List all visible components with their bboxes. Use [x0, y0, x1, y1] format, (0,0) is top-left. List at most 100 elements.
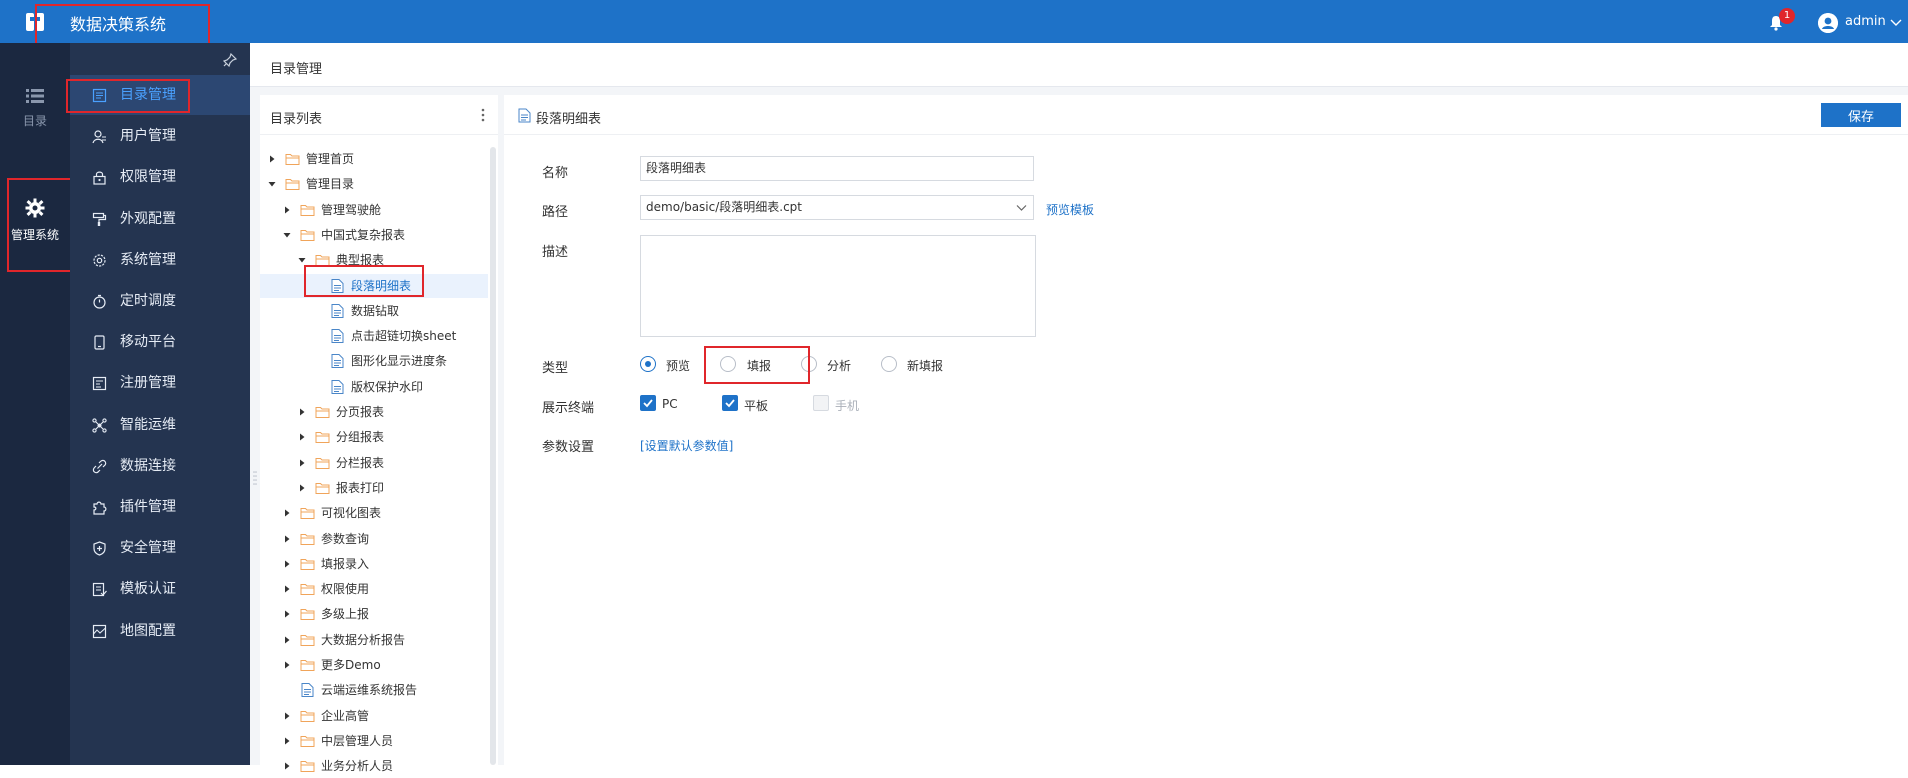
tree-file-item[interactable]: 版权保护水印 [260, 375, 488, 399]
tree-scrollbar[interactable] [490, 147, 496, 765]
sidebar-item-paint-roller[interactable]: 外观配置 [70, 199, 250, 239]
path-label: 路径 [542, 205, 569, 220]
tree-folder-item[interactable]: 权限使用 [260, 577, 488, 601]
preview-template-link[interactable]: 预览模板 [1046, 201, 1094, 218]
tree-folder-item[interactable]: 业务分析人员 [260, 754, 488, 778]
more-vertical-icon[interactable] [478, 107, 488, 123]
tree-folder-item[interactable]: 多级上报 [260, 602, 488, 626]
caret-down-icon[interactable] [268, 180, 276, 188]
tree-folder-item[interactable]: 更多Demo [260, 653, 488, 677]
path-value: demo/basic/段落明细表.cpt [646, 200, 803, 214]
caret-right-icon[interactable] [283, 535, 291, 543]
folder-icon [285, 154, 300, 165]
folder-icon [300, 558, 315, 570]
save-button[interactable]: 保存 [1821, 103, 1901, 127]
folder-icon [300, 508, 315, 520]
tree-folder-item[interactable]: 中层管理人员 [260, 729, 488, 753]
user-name[interactable]: admin [1845, 14, 1886, 29]
tree-file-item[interactable]: 点击超链切换sheet [260, 324, 488, 348]
sidebar-item-link[interactable]: 数据连接 [70, 446, 250, 486]
name-input[interactable]: 段落明细表 [640, 156, 1034, 181]
sidebar-item-shield[interactable]: 安全管理 [70, 528, 250, 568]
type-radio-preview[interactable] [640, 356, 656, 372]
caret-right-icon[interactable] [298, 484, 306, 492]
caret-right-icon[interactable] [298, 433, 306, 441]
tree-panel: 目录列表 管理首页 管理目录 管理驾驶舱 中国式复杂报表 典型报表 段落明细表 数据钻取 点击… [260, 95, 498, 773]
tree-folder-item[interactable]: 管理首页 [260, 147, 488, 171]
sidebar-menu: 目录管理 用户管理 权限管理 外观配置 系统管理 定时调度 移动平台 注册管理 智能运维 数据连接… [70, 43, 250, 765]
tree-folder-item[interactable]: 管理目录 [260, 172, 488, 196]
tree-folder-item[interactable]: 分页报表 [260, 400, 488, 424]
file-icon [331, 379, 344, 394]
caret-right-icon[interactable] [283, 762, 291, 770]
caret-down-icon[interactable] [283, 231, 291, 239]
sidebar-item-network[interactable]: 智能运维 [70, 405, 250, 445]
file-icon [518, 108, 531, 123]
caret-right-icon[interactable] [283, 509, 291, 517]
terminal-checkbox-pc[interactable] [640, 395, 656, 411]
caret-right-icon[interactable] [283, 560, 291, 568]
folder-icon [300, 634, 315, 646]
sidebar-item-puzzle[interactable]: 插件管理 [70, 487, 250, 527]
sidebar-item-tablet[interactable]: 移动平台 [70, 322, 250, 362]
tree-file-item[interactable]: 云端运维系统报告 [260, 678, 488, 702]
set-default-params-link[interactable]: [设置默认参数值] [640, 437, 733, 454]
tree-folder-item[interactable]: 大数据分析报告 [260, 628, 488, 652]
sidebar-item-map[interactable]: 地图配置 [70, 611, 250, 651]
caret-right-icon[interactable] [298, 408, 306, 416]
detail-panel: 段落明细表 保存 名称 段落明细表 路径 demo/basic/段落明细表.cp… [504, 95, 1908, 765]
caret-right-icon[interactable] [283, 737, 291, 745]
file-icon [331, 303, 344, 318]
type-radio-new-fill[interactable] [881, 356, 897, 372]
tree-folder-item[interactable]: 分栏报表 [260, 451, 488, 475]
breadcrumb-text: 目录管理 [270, 62, 323, 77]
caret-right-icon[interactable] [283, 712, 291, 720]
sidebar-item-register[interactable]: 注册管理 [70, 363, 250, 403]
terminal-checkbox-mobile [813, 395, 829, 411]
description-label: 描述 [542, 245, 569, 260]
caret-right-icon[interactable] [283, 636, 291, 644]
tree-folder-item[interactable]: 分组报表 [260, 425, 488, 449]
highlight-box [704, 346, 810, 384]
tree-folder-item[interactable]: 中国式复杂报表 [260, 223, 488, 247]
tree-item-label: 管理首页 [306, 152, 355, 166]
tree-folder-item[interactable]: 参数查询 [260, 527, 488, 551]
caret-right-icon[interactable] [283, 585, 291, 593]
chevron-down-icon[interactable] [1890, 16, 1902, 28]
caret-right-icon[interactable] [283, 610, 291, 618]
breadcrumb: 目录管理 [250, 43, 1908, 87]
check-icon [643, 399, 653, 408]
sidebar-item-label: 数据连接 [120, 457, 176, 474]
sidebar-item-user[interactable]: 用户管理 [70, 116, 250, 156]
terminal-checkbox-tablet[interactable] [722, 395, 738, 411]
tree-folder-item[interactable]: 企业高管 [260, 704, 488, 728]
tree-folder-item[interactable]: 可视化图表 [260, 501, 488, 525]
caret-right-icon[interactable] [283, 661, 291, 669]
map-icon [92, 624, 107, 638]
sidebar-item-lock[interactable]: 权限管理 [70, 157, 250, 197]
type-label: 类型 [542, 361, 569, 376]
pin-icon[interactable] [223, 53, 237, 67]
tree-folder-item[interactable]: 管理驾驶舱 [260, 198, 488, 222]
tree-file-item[interactable]: 图形化显示进度条 [260, 349, 488, 373]
check-icon [725, 399, 735, 408]
tree-file-item[interactable]: 数据钻取 [260, 299, 488, 323]
rail-label: 目录 [22, 114, 47, 128]
path-select[interactable]: demo/basic/段落明细表.cpt [640, 195, 1034, 220]
caret-right-icon[interactable] [298, 459, 306, 467]
file-icon [331, 354, 344, 369]
tree-folder-item[interactable]: 填报录入 [260, 552, 488, 576]
tree-folder-item[interactable]: 报表打印 [260, 476, 488, 500]
caret-right-icon[interactable] [268, 155, 276, 163]
caret-down-icon[interactable] [298, 256, 306, 264]
sidebar-item-settings[interactable]: 系统管理 [70, 240, 250, 280]
detail-title: 段落明细表 [536, 112, 602, 127]
caret-right-icon[interactable] [283, 206, 291, 214]
sidebar-item-stopwatch[interactable]: 定时调度 [70, 281, 250, 321]
splitter-handle-icon[interactable] [253, 470, 257, 486]
highlight-box [66, 79, 190, 113]
description-textarea[interactable] [640, 235, 1036, 337]
rail-item-catalog[interactable]: 目录 [0, 88, 70, 129]
avatar[interactable] [1818, 13, 1838, 33]
sidebar-item-template[interactable]: 模板认证 [70, 569, 250, 609]
